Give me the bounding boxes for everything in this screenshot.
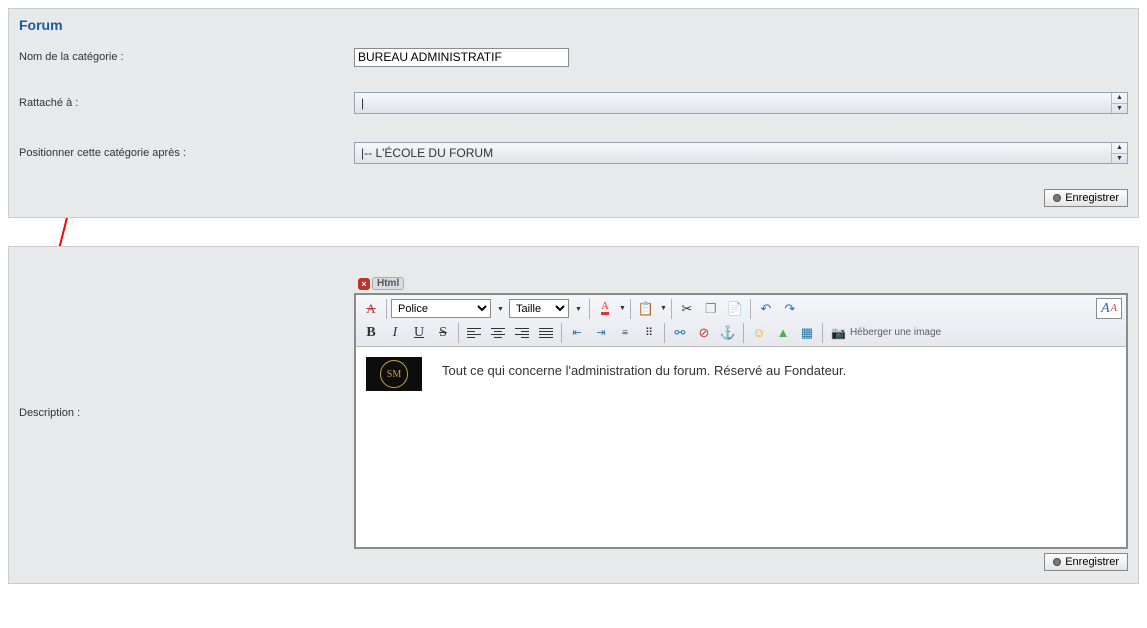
label-position-after: Positionner cette catégorie après : (19, 147, 354, 159)
chevron-down-icon[interactable]: ▼ (619, 305, 626, 312)
attached-to-select[interactable]: | ▲ ▼ (354, 92, 1128, 114)
content-badge: SM (366, 357, 422, 391)
chevron-down-icon[interactable]: ▼ (1112, 154, 1127, 164)
label-category-name: Nom de la catégorie : (19, 51, 354, 63)
emoticon-icon[interactable]: ☺ (748, 322, 770, 343)
unlink-icon[interactable]: ⊘ (693, 322, 715, 343)
row-category-name: Nom de la catégorie : (19, 43, 1128, 71)
position-after-select[interactable]: |-- L'ÉCOLE DU FORUM ▲ ▼ (354, 142, 1128, 164)
chevron-down-icon[interactable]: ▼ (497, 305, 504, 313)
forum-settings-panel: Forum Nom de la catégorie : Rattaché à :… (8, 8, 1139, 218)
camera-icon: 📷 (831, 326, 846, 340)
position-after-value: |-- L'ÉCOLE DU FORUM (361, 146, 493, 160)
indent-icon[interactable]: ⇥ (590, 322, 612, 343)
editor-toolbar: A Police ▼ Taille ▼ A ▼ 📋 ▼ ✂ (356, 295, 1126, 347)
image-icon[interactable]: ▲ (772, 322, 794, 343)
close-icon: × (358, 278, 370, 290)
anchor-icon[interactable]: ⚓ (717, 322, 739, 343)
label-description: Description : (19, 277, 354, 549)
content-text: Tout ce qui concerne l'administration du… (442, 357, 846, 378)
row-attached-to: Rattaché à : | ▲ ▼ (19, 85, 1128, 121)
align-left-icon[interactable] (463, 322, 485, 343)
align-center-icon[interactable] (487, 322, 509, 343)
font-size-select[interactable]: Taille (509, 299, 569, 318)
font-color-icon[interactable]: A (594, 298, 616, 319)
attached-to-spinner[interactable]: ▲ ▼ (1111, 93, 1127, 113)
unordered-list-icon[interactable]: ⠿ (638, 322, 660, 343)
paste-icon[interactable]: 📋 (635, 298, 657, 319)
undo-icon[interactable]: ↶ (755, 298, 777, 319)
cut-icon[interactable]: ✂ (676, 298, 698, 319)
editor-content-area[interactable]: SM Tout ce qui concerne l'administration… (356, 347, 1126, 547)
host-image-button[interactable]: 📷 Héberger une image (831, 326, 941, 340)
copy-icon[interactable]: ❐ (700, 298, 722, 319)
label-attached-to: Rattaché à : (19, 97, 354, 109)
align-justify-icon[interactable] (535, 322, 557, 343)
chevron-down-icon[interactable]: ▼ (575, 305, 582, 313)
remove-format-icon[interactable]: A (360, 298, 382, 319)
link-icon[interactable]: ⚯ (669, 322, 691, 343)
row-position-after: Positionner cette catégorie après : |-- … (19, 135, 1128, 171)
format-painter-icon[interactable]: AA (1096, 298, 1122, 319)
bold-button[interactable]: B (360, 322, 382, 343)
position-after-spinner[interactable]: ▲ ▼ (1111, 143, 1127, 163)
save-icon (1053, 558, 1061, 566)
chevron-down-icon[interactable]: ▼ (1112, 104, 1127, 114)
align-right-icon[interactable] (511, 322, 533, 343)
save-button[interactable]: Enregistrer (1044, 189, 1128, 207)
paste-text-icon[interactable]: 📄 (724, 298, 746, 319)
attached-to-value: | (361, 96, 364, 110)
html-mode-toggle[interactable]: × Html (358, 277, 404, 290)
ordered-list-icon[interactable]: ≡ (614, 322, 636, 343)
category-name-input[interactable] (354, 48, 569, 67)
font-family-select[interactable]: Police (391, 299, 491, 318)
chevron-up-icon[interactable]: ▲ (1112, 143, 1127, 154)
chevron-up-icon[interactable]: ▲ (1112, 93, 1127, 104)
table-icon[interactable]: ▦ (796, 322, 818, 343)
panel-title: Forum (19, 17, 1128, 33)
description-panel: Description : × Html A Police ▼ Taille ▼ (8, 246, 1139, 584)
outdent-icon[interactable]: ⇤ (566, 322, 588, 343)
italic-button[interactable]: I (384, 322, 406, 343)
rich-text-editor: A Police ▼ Taille ▼ A ▼ 📋 ▼ ✂ (354, 293, 1128, 549)
strike-button[interactable]: S (432, 322, 454, 343)
save-button[interactable]: Enregistrer (1044, 553, 1128, 571)
redo-icon[interactable]: ↷ (779, 298, 801, 319)
underline-button[interactable]: U (408, 322, 430, 343)
save-icon (1053, 194, 1061, 202)
chevron-down-icon[interactable]: ▼ (660, 305, 667, 312)
